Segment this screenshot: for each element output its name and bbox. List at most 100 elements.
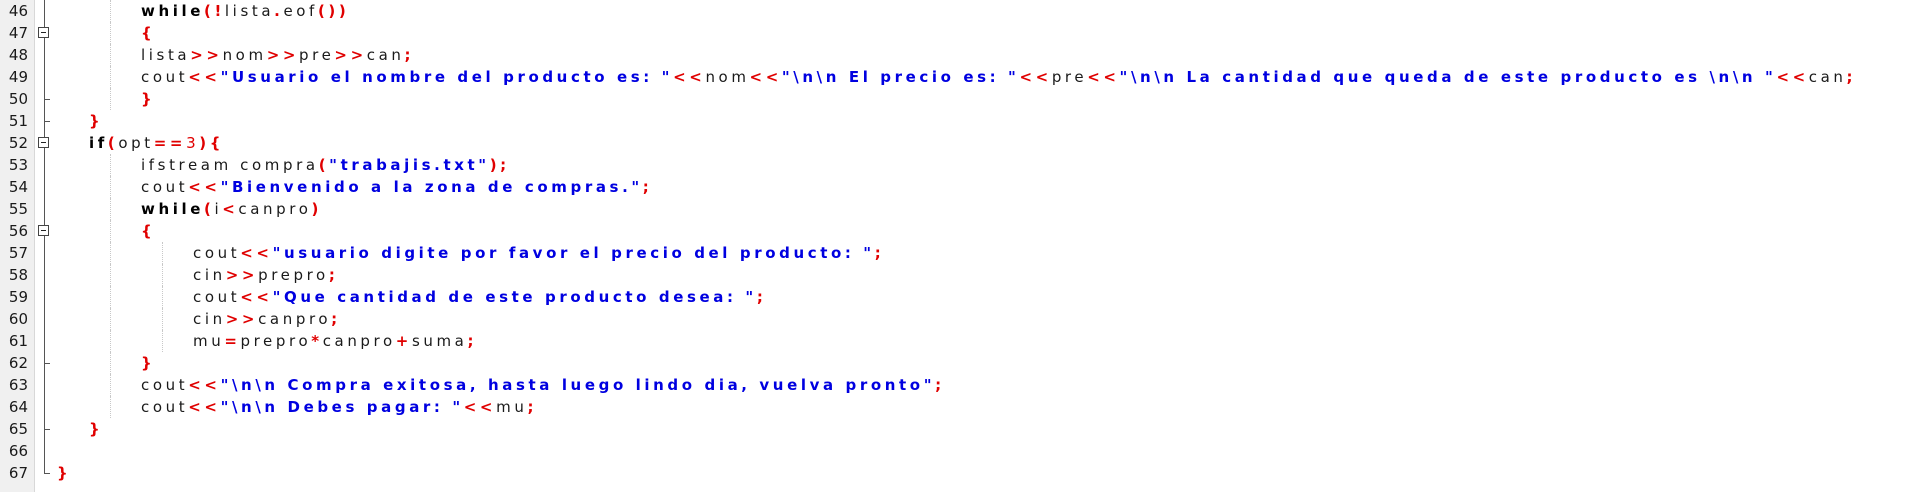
code-text[interactable]: lista>>nom>>pre>>can; <box>141 44 414 66</box>
code-line[interactable]: 57 cout<<"usuario digite por favor el pre… <box>0 242 1920 264</box>
code-token-id: nom <box>705 68 750 86</box>
code-line[interactable]: 47 { <box>0 22 1920 44</box>
code-text[interactable]: cout<<"Usuario el nombre del producto es… <box>141 66 1856 88</box>
code-token-kw: while <box>141 2 204 20</box>
code-token-op: } <box>141 90 156 108</box>
code-text[interactable]: cin>>canpro; <box>193 308 341 330</box>
code-token-op: ( <box>107 134 119 152</box>
code-line[interactable]: 52 if(opt==3){ <box>0 132 1920 154</box>
code-token-op: ; <box>874 244 885 262</box>
code-token-kw: while <box>141 200 204 218</box>
line-number: 52 <box>8 134 28 152</box>
code-token-op: ; <box>642 178 653 196</box>
code-token-id: canpro <box>258 310 332 328</box>
code-token-str: "Que cantidad de este producto desea: " <box>272 288 757 306</box>
code-line[interactable]: 64 cout<<"\n\n Debes pagar: "<<mu; <box>0 396 1920 418</box>
code-line[interactable]: 49 cout<<"Usuario el nombre del producto … <box>0 66 1920 88</box>
code-token-op: + <box>395 332 412 350</box>
code-line[interactable]: 46 while(!lista.eof()) <box>0 0 1920 22</box>
fold-guide-line <box>35 176 55 198</box>
code-token-id: cin <box>193 310 226 328</box>
fold-guide-line <box>35 66 55 88</box>
fold-end-marker <box>35 88 55 110</box>
code-text[interactable]: ifstream compra("trabajis.txt"); <box>141 154 510 176</box>
code-token-id: can <box>1808 68 1847 86</box>
indent-guide <box>110 220 112 242</box>
code-line[interactable]: 67} <box>0 462 1920 484</box>
code-token-op: } <box>89 420 104 438</box>
collapse-fold-icon[interactable] <box>35 132 55 154</box>
code-text[interactable]: cout<<"Bienvenido a la zona de compras."… <box>141 176 652 198</box>
code-token-op: ; <box>331 310 341 328</box>
code-token-op: << <box>673 68 706 86</box>
code-editor[interactable]: 46 while(!lista.eof()) 47{48 lista>>nom>>pr… <box>0 0 1920 492</box>
indent-guide <box>110 88 112 110</box>
code-token-op: * <box>311 332 323 350</box>
indent-guide <box>110 374 112 396</box>
line-number: 50 <box>8 90 28 108</box>
code-text[interactable]: { <box>141 220 155 242</box>
indent-guide <box>110 0 112 22</box>
fold-guide-line <box>35 396 55 418</box>
code-line[interactable]: 51} <box>0 110 1920 132</box>
code-line[interactable]: 62} <box>0 352 1920 374</box>
code-line[interactable]: 60 cin>>canpro; <box>0 308 1920 330</box>
code-line[interactable]: 61 mu=prepro*canpro+suma; <box>0 330 1920 352</box>
code-token-id: ifstream compra <box>141 156 319 174</box>
code-text[interactable]: } <box>89 418 103 440</box>
code-text[interactable]: cout<<"Que cantidad de este producto des… <box>193 286 766 308</box>
code-token-id: eof <box>283 2 318 20</box>
code-text[interactable]: while(i<canpro) <box>141 198 322 220</box>
code-token-op: << <box>1776 68 1809 86</box>
code-text[interactable]: cout<<"\n\n Compra exitosa, hasta luego … <box>141 374 945 396</box>
code-text[interactable]: cout<<"\n\n Debes pagar: "<<mu; <box>141 396 537 418</box>
code-token-id: pre <box>299 46 335 64</box>
line-number: 63 <box>8 376 28 394</box>
collapse-fold-icon[interactable] <box>35 220 55 242</box>
code-token-op: << <box>240 288 273 306</box>
code-text[interactable]: { <box>141 22 155 44</box>
code-text[interactable]: } <box>141 352 155 374</box>
line-number: 67 <box>8 464 28 482</box>
code-line[interactable]: 66 <box>0 440 1920 462</box>
fold-guide-line <box>35 440 55 462</box>
code-text[interactable]: while(!lista.eof()) <box>141 0 349 22</box>
code-line[interactable]: 55 while(i<canpro) <box>0 198 1920 220</box>
collapse-fold-icon[interactable] <box>35 22 55 44</box>
code-line[interactable]: 48 lista>>nom>>pre>>can; <box>0 44 1920 66</box>
code-line[interactable]: 56 { <box>0 220 1920 242</box>
code-token-op: ; <box>467 332 478 350</box>
code-token-op: >> <box>266 46 300 64</box>
code-token-op: == <box>153 134 187 152</box>
code-line[interactable]: 59 cout<<"Que cantidad de este producto d… <box>0 286 1920 308</box>
code-token-op: = <box>224 332 241 350</box>
code-text[interactable]: } <box>57 462 71 484</box>
line-number: 51 <box>8 112 28 130</box>
code-token-id: cin <box>193 266 226 284</box>
code-text[interactable]: cout<<"usuario digite por favor el preci… <box>193 242 884 264</box>
code-text[interactable]: } <box>89 110 103 132</box>
code-token-op: ()) <box>317 2 350 20</box>
code-token-op: << <box>240 244 273 262</box>
code-line[interactable]: 65} <box>0 418 1920 440</box>
code-text[interactable]: mu=prepro*canpro+suma; <box>193 330 477 352</box>
code-text[interactable]: cin>>prepro; <box>193 264 338 286</box>
code-token-op: << <box>188 178 221 196</box>
fold-guide-line <box>35 330 55 352</box>
code-line[interactable]: 58 cin>>prepro; <box>0 264 1920 286</box>
code-line[interactable]: 63 cout<<"\n\n Compra exitosa, hasta lueg… <box>0 374 1920 396</box>
code-text[interactable]: if(opt==3){ <box>89 132 224 154</box>
code-token-op: { <box>141 24 156 42</box>
code-token-op: ( <box>318 156 330 174</box>
code-line[interactable]: 53 ifstream compra("trabajis.txt"); <box>0 154 1920 176</box>
code-token-op: << <box>463 398 497 416</box>
line-number: 65 <box>8 420 28 438</box>
indent-guide <box>110 198 112 220</box>
code-token-id: prepro <box>258 266 329 284</box>
code-token-str: "Bienvenido a la zona de compras." <box>220 178 643 196</box>
code-line[interactable]: 54 cout<<"Bienvenido a la zona de compras… <box>0 176 1920 198</box>
code-token-id: lista <box>224 2 275 20</box>
code-text[interactable]: } <box>141 88 155 110</box>
indent-guide <box>110 176 112 198</box>
code-line[interactable]: 50} <box>0 88 1920 110</box>
